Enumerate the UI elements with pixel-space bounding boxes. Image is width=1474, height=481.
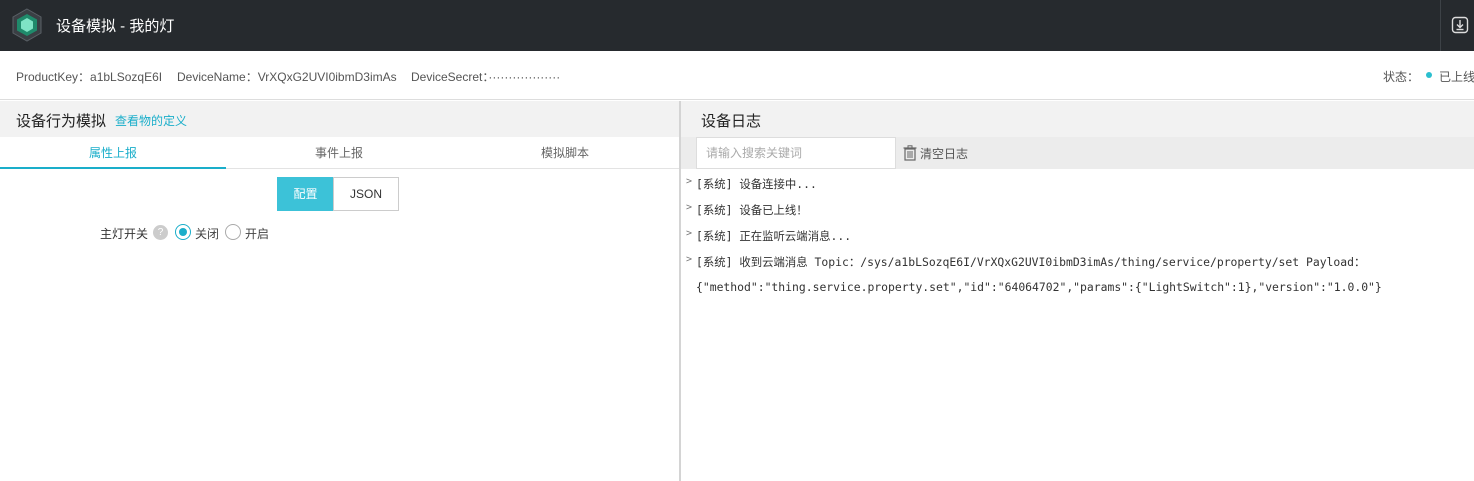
status-value: 已上线	[1439, 70, 1474, 84]
log-payload-text: {"method":"thing.service.property.set","…	[696, 280, 1382, 294]
panel-header: 设备行为模拟 查看物的定义	[0, 101, 679, 137]
expand-caret-icon[interactable]: >	[686, 202, 692, 213]
log-entry-text: [系统] 收到云端消息 Topic：/sys/a1bLSozqE6I/VrXQx…	[696, 255, 1366, 269]
logo-icon	[12, 8, 42, 42]
device-secret: DeviceSecret：··················	[411, 70, 561, 84]
log-header: 设备日志	[681, 101, 1474, 137]
panel-title: 设备行为模拟	[16, 113, 107, 130]
device-info-bar: ProductKey：a1bLSozqE6I DeviceName：VrXQxG…	[0, 51, 1474, 100]
log-title: 设备日志	[701, 113, 762, 130]
download-icon	[1451, 16, 1469, 34]
tab-property-report[interactable]: 属性上报	[0, 137, 226, 169]
tab-simulation-script[interactable]: 模拟脚本	[452, 137, 678, 169]
log-search-input[interactable]	[696, 137, 896, 169]
log-toolbar: 清空日志	[681, 137, 1474, 169]
app-title: 设备模拟 - 我的灯	[56, 18, 175, 35]
radio-off[interactable]	[175, 224, 191, 240]
status-label: 状态：	[1383, 70, 1420, 84]
expand-caret-icon[interactable]: >	[686, 228, 692, 239]
status-dot	[1426, 72, 1432, 78]
device-log-panel: 设备日志 清空日志 > [系统] 设备连接中... > [系统] 设备已上线！ …	[681, 101, 1474, 481]
trash-icon	[903, 145, 917, 161]
json-mode-button[interactable]: JSON	[333, 177, 399, 211]
config-mode-button[interactable]: 配置	[277, 177, 334, 211]
property-label: 主灯开关	[100, 227, 149, 241]
device-name: DeviceName：VrXQxG2UVI0ibmD3imAs	[177, 70, 397, 84]
expand-caret-icon[interactable]: >	[686, 254, 692, 265]
help-icon[interactable]: ?	[153, 225, 168, 240]
radio-off-label[interactable]: 关闭	[195, 225, 219, 242]
log-entry-text: [系统] 设备连接中...	[696, 177, 817, 191]
clear-log-button[interactable]: 清空日志	[903, 144, 968, 162]
view-definition-link[interactable]: 查看物的定义	[115, 112, 187, 129]
product-key: ProductKey：a1bLSozqE6I	[16, 70, 163, 84]
tab-event-report[interactable]: 事件上报	[226, 137, 452, 169]
radio-on-label[interactable]: 开启	[245, 225, 269, 242]
download-button[interactable]	[1440, 0, 1474, 51]
log-entry-text: [系统] 正在监听云端消息...	[696, 229, 852, 243]
tab-bar: 属性上报 事件上报 模拟脚本	[0, 137, 679, 169]
top-bar: 设备模拟 - 我的灯	[0, 0, 1474, 51]
expand-caret-icon[interactable]: >	[686, 176, 692, 187]
log-entry-text: [系统] 设备已上线！	[696, 203, 808, 217]
radio-on[interactable]	[225, 224, 241, 240]
behavior-simulation-panel: 设备行为模拟 查看物的定义 属性上报 事件上报 模拟脚本 配置 JSON 主灯开…	[0, 101, 679, 481]
clear-log-label: 清空日志	[920, 146, 969, 161]
